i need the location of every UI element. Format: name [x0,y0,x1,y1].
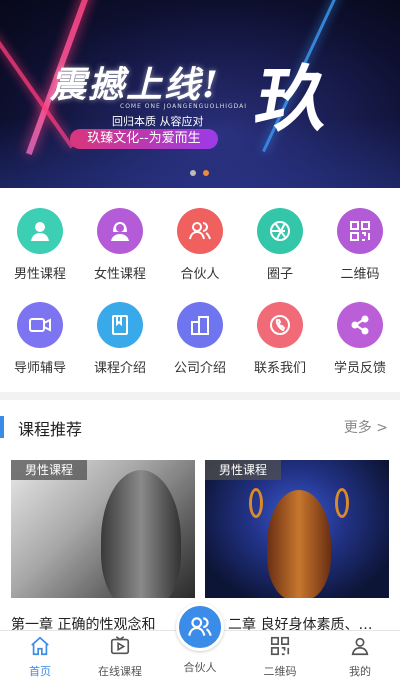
user-icon [351,637,369,656]
promo-banner[interactable]: 震撼上线! 玖 COME ONE JOANGENGUOLHIGDAI 回归本质 … [0,0,400,188]
course-recommend-header: 课程推荐 更多 > [0,408,400,444]
play-tv-icon [110,636,130,655]
home-icon [31,636,49,656]
grid-item-label: 圈子 [266,267,293,282]
share-icon [337,302,383,348]
tab-label: 我的 [349,665,371,678]
grid-item-label: 课程介绍 [93,361,146,376]
partners-icon [177,208,223,254]
grid-item-label: 男性课程 [13,267,66,282]
section-accent-bar [0,416,4,438]
course-thumbnail-figure [101,470,181,598]
section-divider [0,392,400,400]
grid-item-qrcode[interactable]: 二维码 [320,208,400,282]
book-icon [97,302,143,348]
grid-item-label: 联系我们 [253,361,306,376]
grid-item-circle[interactable]: 圈子 [240,208,320,282]
tab-partner-center-button[interactable] [176,603,224,651]
tab-label: 首页 [29,665,51,678]
course-tag: 男性课程 [11,460,88,480]
male-avatar-icon [17,208,63,254]
grid-item-partner[interactable]: 合伙人 [160,208,240,282]
banner-brand-pill: 玖臻文化--为爱而生 [70,129,218,149]
grid-item-mentor[interactable]: 导师辅导 [0,302,80,376]
feature-grid: 男性课程 女性课程 合伙人 圈子 二维码 导师辅导 课程介绍 公司介绍 联系我们… [0,196,400,386]
grid-item-label: 二维码 [340,267,380,282]
course-card[interactable]: 男性课程 [11,460,195,598]
tab-label: 二维码 [263,665,297,678]
more-link[interactable]: 更多 > [344,417,388,437]
grid-item-male-course[interactable]: 男性课程 [0,208,80,282]
banner-slogan: 回归本质 从容应对 [112,115,204,128]
carousel-indicator [190,170,209,176]
qrcode-icon [337,208,383,254]
grid-item-label: 女性课程 [93,267,146,282]
banner-english-text: COME ONE JOANGENGUOLHIGDAI [120,103,248,110]
grid-item-label: 导师辅导 [13,361,66,376]
phone-icon [257,302,303,348]
banner-headline: 震撼上线! [50,64,220,106]
grid-item-feedback[interactable]: 学员反馈 [320,302,400,376]
tab-online-course[interactable]: 在线课程 [80,635,160,679]
tab-qrcode[interactable]: 二维码 [240,635,320,679]
grid-item-label: 公司介绍 [173,361,226,376]
qrcode-icon [270,636,290,656]
building-icon [177,302,223,348]
gym-ring [335,488,349,518]
course-thumbnail-figure [267,490,331,598]
carousel-dot[interactable] [190,170,196,176]
course-tag: 男性课程 [205,460,282,480]
tab-home[interactable]: 首页 [0,635,80,679]
app-page: 震撼上线! 玖 COME ONE JOANGENGUOLHIGDAI 回归本质 … [0,0,400,682]
course-card[interactable]: 男性课程 [205,460,389,598]
section-title: 课程推荐 [18,420,83,439]
grid-item-female-course[interactable]: 女性课程 [80,208,160,282]
female-avatar-icon [97,208,143,254]
carousel-dot-active[interactable] [203,170,209,176]
tab-label: 合伙人 [183,661,217,674]
grid-item-course-intro[interactable]: 课程介绍 [80,302,160,376]
tab-mine[interactable]: 我的 [320,635,400,679]
partners-icon [188,617,212,636]
video-camera-icon [17,302,63,348]
grid-item-company-intro[interactable]: 公司介绍 [160,302,240,376]
grid-item-contact[interactable]: 联系我们 [240,302,320,376]
grid-item-label: 合伙人 [180,267,220,282]
tab-label: 在线课程 [98,665,142,678]
gym-ring [249,488,263,518]
circle-aperture-icon [257,208,303,254]
grid-item-label: 学员反馈 [333,361,386,376]
